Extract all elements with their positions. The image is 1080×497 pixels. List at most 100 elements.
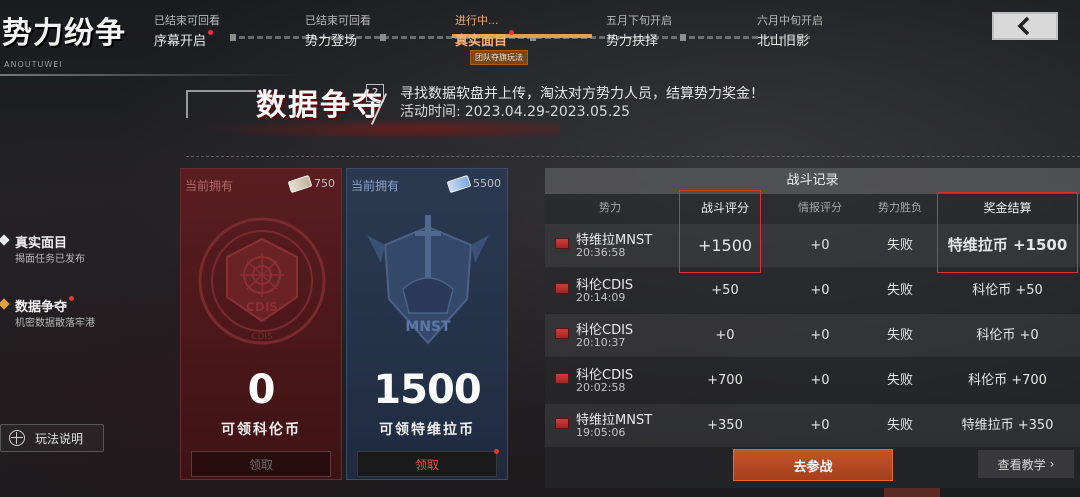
battle-score-highlight	[679, 190, 761, 273]
row-reward: 科伦币 +700	[968, 373, 1047, 388]
emblem-text: CDIS	[251, 332, 273, 342]
row-battle-score: +700	[707, 373, 743, 388]
back-button[interactable]	[992, 12, 1058, 40]
faction-flag-icon	[555, 283, 569, 294]
event-period-dates: 2023.04.29-2023.05.25	[464, 104, 631, 120]
row-intel-score: +0	[810, 283, 830, 298]
game-subtitle: ANOUTUWEI	[4, 60, 63, 69]
claim-colon-button[interactable]: 领取	[191, 451, 331, 477]
claimable-amount: 1500	[373, 367, 481, 413]
event-title: 数据争夺	[256, 88, 384, 123]
sidebar-item-label: 真实面目	[15, 236, 68, 251]
event-period-label: 活动时间:	[400, 104, 461, 120]
stage-tab-2[interactable]: 已结束可回看 势力登场	[305, 12, 445, 49]
game-title: 势力纷争	[2, 16, 126, 51]
globe-icon	[9, 430, 25, 446]
row-result: 失败	[886, 418, 913, 433]
row-intel-score: +0	[810, 328, 830, 343]
table-row: 科伦CDIS 20:14:09 +50 +0 失败 科伦币 +50	[545, 269, 1080, 312]
col-header-result: 势力胜负	[878, 201, 922, 214]
table-row: 特维拉MNST 19:05:06 +350 +0 失败 特维拉币 +350	[545, 404, 1080, 447]
balance-value: 5500	[473, 177, 501, 190]
col-header-faction: 势力	[599, 201, 621, 214]
stage-name: 北山旧影	[757, 34, 810, 49]
stage-name: 势力登场	[305, 34, 358, 49]
how-to-play-label: 玩法说明	[35, 431, 84, 446]
row-result: 失败	[886, 328, 913, 343]
chevron-left-icon	[1017, 16, 1030, 36]
chevron-right-icon: ›	[1049, 457, 1055, 471]
sidebar-item-data-contest[interactable]: 数据争夺 机密数据散落牢港	[0, 296, 130, 330]
divider-line	[186, 156, 1080, 158]
notification-dot	[69, 296, 75, 301]
reward-highlight	[937, 192, 1078, 273]
debug-badge	[884, 488, 940, 497]
faction-flag-icon	[555, 238, 569, 249]
sidebar-item-sub: 揭面任务已发布	[15, 254, 85, 265]
corner-decoration	[186, 90, 256, 118]
battle-record-title: 战斗记录	[545, 168, 1080, 194]
row-time: 19:05:06	[576, 426, 626, 439]
row-intel-score: +0	[810, 418, 830, 433]
stage-status: 六月中旬开启	[757, 14, 823, 27]
sidebar-item-true-face[interactable]: 真实面目 揭面任务已发布	[0, 232, 130, 266]
row-battle-score: +50	[711, 283, 739, 298]
view-tutorial-label: 查看教学	[997, 457, 1046, 472]
stage-status: 五月下旬开启	[606, 14, 672, 27]
how-to-play-button[interactable]: 玩法说明	[0, 424, 104, 452]
sidebar-item-label: 数据争夺	[15, 300, 68, 315]
balance: 5500	[446, 174, 501, 193]
row-battle-score: +350	[707, 418, 743, 433]
faction-flag-icon	[555, 418, 569, 429]
diamond-icon	[0, 234, 10, 246]
row-reward: 科伦币 +50	[972, 283, 1043, 298]
stage-tab-5[interactable]: 六月中旬开启 北山旧影	[757, 12, 897, 49]
row-reward: 科伦币 +0	[976, 328, 1039, 343]
row-time: 20:36:58	[576, 246, 626, 259]
notification-dot	[208, 30, 214, 35]
mnst-currency-card: 当前拥有 5500 MNST 1500 可领特维拉币 领取	[346, 168, 508, 480]
view-tutorial-button[interactable]: 查看教学 ›	[978, 450, 1074, 478]
tevira-coin-icon	[446, 174, 472, 193]
row-time: 20:02:58	[576, 381, 626, 394]
own-label: 当前拥有	[185, 179, 234, 193]
claim-tevira-button[interactable]: 领取	[357, 449, 499, 477]
stage-tab-3[interactable]: 进行中... 真实面目	[455, 12, 595, 49]
stage-status: 进行中...	[455, 14, 499, 27]
notification-dot	[509, 30, 515, 35]
row-battle-score: +0	[715, 328, 735, 343]
stage-tab-4[interactable]: 五月下旬开启 势力抉择	[606, 12, 746, 49]
mnst-emblem-icon: MNST	[367, 215, 489, 345]
stage-name: 序幕开启	[154, 34, 207, 49]
claimable-amount: 0	[247, 367, 276, 413]
table-row: 科伦CDIS 20:10:37 +0 +0 失败 科伦币 +0	[545, 314, 1080, 357]
claimable-label: 可领特维拉币	[379, 422, 475, 438]
stage-tab-1[interactable]: 已结束可回看 序幕开启	[154, 12, 294, 49]
row-reward: 特维拉币 +350	[961, 418, 1054, 433]
mode-tag: 团队夺旗玩法	[470, 50, 528, 65]
diamond-icon	[0, 298, 10, 310]
claim-label: 领取	[414, 457, 439, 472]
stage-status: 已结束可回看	[305, 14, 371, 27]
claimable-label: 可领科伦币	[221, 422, 301, 438]
row-time: 20:10:37	[576, 336, 626, 349]
table-row: 科伦CDIS 20:02:58 +700 +0 失败 科伦币 +700	[545, 359, 1080, 402]
row-result: 失败	[886, 283, 913, 298]
emblem-text: MNST	[405, 319, 451, 335]
emblem-text: CDIS	[246, 300, 278, 314]
event-description: 寻找数据软盘并上传，淘汰对方势力人员，结算势力奖金！	[400, 86, 764, 102]
title-underline	[0, 74, 300, 76]
colon-coin-icon	[287, 174, 313, 193]
row-intel-score: +0	[810, 238, 830, 253]
event-period: 活动时间: 2023.04.29-2023.05.25	[400, 101, 630, 121]
stage-status: 已结束可回看	[154, 14, 220, 27]
sidebar-item-sub: 机密数据散落牢港	[15, 318, 95, 329]
stage-name: 真实面目	[455, 34, 508, 49]
row-intel-score: +0	[810, 373, 830, 388]
faction-flag-icon	[555, 373, 569, 384]
row-result: 失败	[886, 373, 913, 388]
row-result: 失败	[886, 238, 913, 253]
stage-name: 势力抉择	[606, 34, 659, 49]
join-battle-button[interactable]: 去参战	[733, 449, 893, 481]
col-header-intel-score: 情报评分	[798, 201, 842, 214]
